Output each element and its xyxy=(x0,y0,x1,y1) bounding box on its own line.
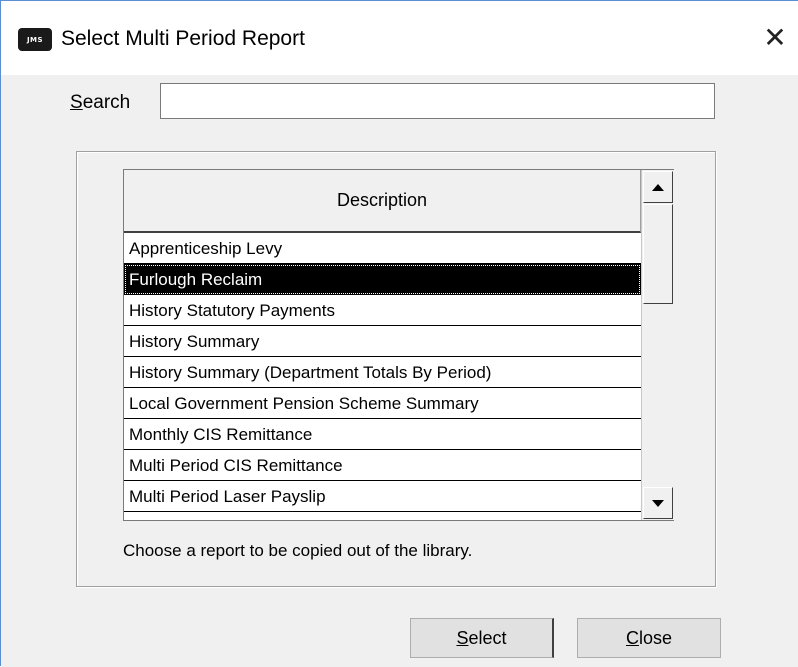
report-list-rows: Apprenticeship Levy Furlough Reclaim Histo… xyxy=(124,233,641,512)
app-icon: JMS xyxy=(18,28,52,51)
hint-text: Choose a report to be copied out of the … xyxy=(123,541,473,560)
scroll-up-button[interactable] xyxy=(643,171,673,203)
list-item[interactable]: Multi Period CIS Remittance xyxy=(124,450,641,481)
list-item[interactable]: History Summary xyxy=(124,326,641,357)
select-button-label: elect xyxy=(468,627,507,648)
scroll-down-button[interactable] xyxy=(643,487,673,519)
window-title: Select Multi Period Report xyxy=(61,27,305,50)
list-item[interactable]: Apprenticeship Levy xyxy=(124,233,641,264)
search-label: Search xyxy=(70,92,130,114)
search-label-accesskey: S xyxy=(70,92,83,113)
close-button[interactable]: Close xyxy=(577,618,721,658)
select-button[interactable]: Select xyxy=(410,618,554,658)
list-item[interactable]: Local Government Pension Scheme Summary xyxy=(124,388,641,419)
select-button-accesskey: S xyxy=(456,627,469,648)
report-list[interactable]: Description Apprenticeship Levy Furlough … xyxy=(123,169,674,521)
close-button-label: lose xyxy=(638,627,673,648)
triangle-up-icon xyxy=(652,183,664,191)
close-button-accesskey: C xyxy=(625,627,639,648)
list-item[interactable]: Monthly CIS Remittance xyxy=(124,419,641,450)
title-bar[interactable]: JMS Select Multi Period Report ✕ xyxy=(1,1,798,75)
column-header-description[interactable]: Description xyxy=(124,170,641,233)
triangle-down-icon xyxy=(652,499,664,507)
dialog-window: JMS Select Multi Period Report ✕ Search … xyxy=(0,0,798,667)
app-icon-text: JMS xyxy=(26,35,44,44)
scrollbar-thumb[interactable] xyxy=(643,204,673,304)
close-icon[interactable]: ✕ xyxy=(758,20,792,54)
search-label-rest: earch xyxy=(82,92,131,113)
list-item[interactable]: History Summary (Department Totals By Pe… xyxy=(124,357,641,388)
list-item[interactable]: Multi Period Laser Payslip xyxy=(124,481,641,512)
vertical-scrollbar[interactable] xyxy=(641,170,674,520)
list-item[interactable]: History Statutory Payments xyxy=(124,295,641,326)
search-input[interactable] xyxy=(160,83,715,119)
list-item[interactable]: Furlough Reclaim xyxy=(124,264,641,295)
